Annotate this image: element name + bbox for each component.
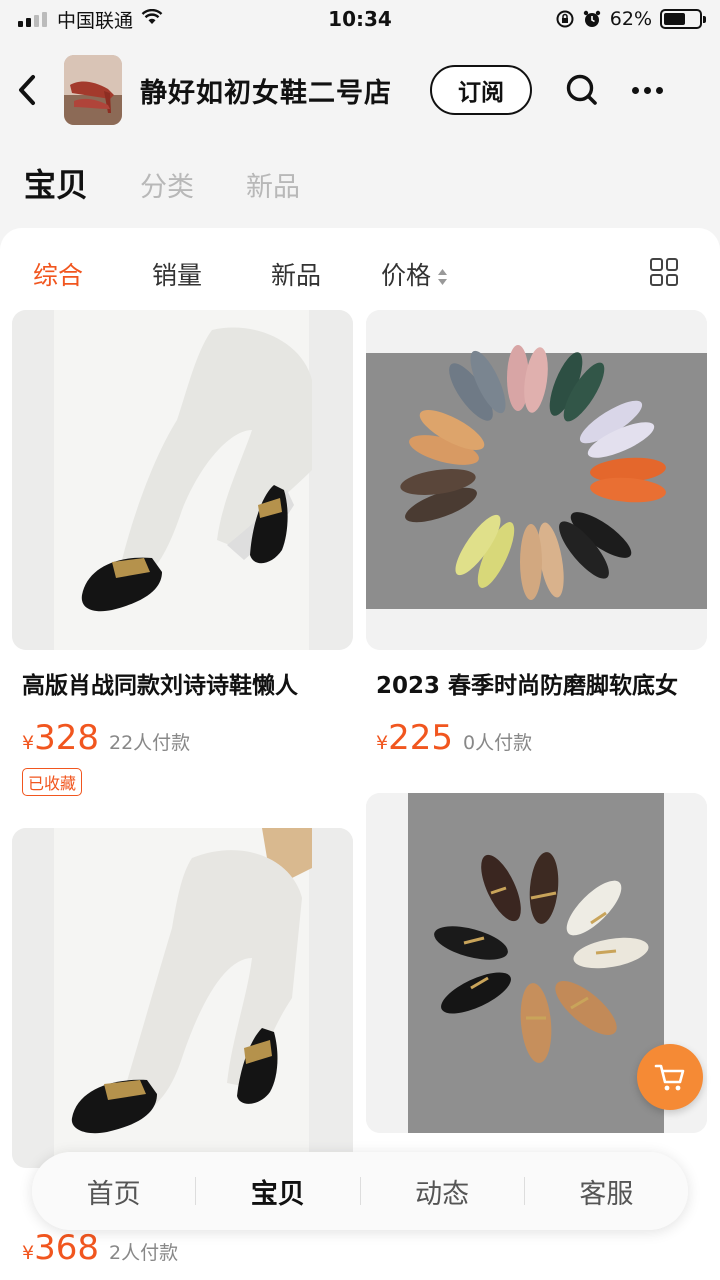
alarm-icon — [583, 10, 600, 27]
product-card[interactable]: 2023 春季时尚防磨脚软底女 ¥ 225 0人付款 — [366, 310, 707, 758]
shop-header: 静好如初女鞋二号店 订阅 — [0, 50, 720, 130]
wifi-icon — [141, 8, 163, 30]
sort-bar: 综合 销量 新品 价格 — [0, 250, 720, 302]
product-title[interactable]: 高版肖战同款刘诗诗鞋懒人 — [12, 666, 353, 700]
sort-comprehensive[interactable]: 综合 — [33, 256, 83, 292]
tab-categories[interactable]: 分类 — [140, 165, 194, 204]
price-row: ¥ 368 2人付款 — [22, 1228, 178, 1268]
product-panel: 综合 销量 新品 价格 高版肖战同款刘诗诗鞋懒人 ¥ 328 22人付款 已收藏… — [0, 228, 720, 1280]
shop-tabs: 宝贝 分类 新品 — [24, 160, 300, 206]
sort-price-label: 价格 — [381, 261, 432, 290]
cart-button[interactable] — [637, 1044, 703, 1110]
flats-photo — [366, 310, 707, 650]
currency-symbol: ¥ — [376, 732, 389, 754]
sort-new[interactable]: 新品 — [271, 256, 321, 292]
search-icon — [566, 74, 597, 105]
grid-layout-icon[interactable] — [650, 258, 678, 286]
price-row: ¥ 225 0人付款 — [366, 718, 707, 758]
loafer-photo — [12, 828, 353, 1168]
nav-products[interactable]: 宝贝 — [196, 1172, 359, 1211]
product-card[interactable]: 高版肖战同款刘诗诗鞋懒人 ¥ 328 22人付款 已收藏 — [12, 310, 353, 796]
back-arrow-icon — [19, 75, 35, 105]
sort-price[interactable]: 价格 — [381, 256, 448, 292]
product-price: 328 — [34, 718, 99, 758]
product-title[interactable]: 2023 春季时尚防磨脚软底女 — [366, 666, 707, 700]
product-price: 225 — [388, 718, 453, 758]
sales-count: 2人付款 — [109, 1242, 179, 1264]
sort-sales[interactable]: 销量 — [152, 256, 202, 292]
shop-name[interactable]: 静好如初女鞋二号店 — [140, 71, 392, 110]
product-price: 368 — [34, 1228, 99, 1268]
tab-products[interactable]: 宝贝 — [24, 160, 88, 206]
status-bar: 中国联通 10:34 62% — [0, 0, 720, 38]
loafer-photo — [12, 310, 353, 650]
product-image[interactable] — [12, 828, 353, 1168]
signal-icon — [18, 11, 47, 27]
rotation-lock-icon — [556, 10, 574, 28]
battery-icon — [660, 9, 706, 29]
shoe-logo-image — [64, 55, 122, 125]
bottom-nav: 首页 宝贝 动态 客服 — [32, 1152, 688, 1230]
nav-home[interactable]: 首页 — [32, 1172, 195, 1211]
dot-icon — [644, 86, 651, 94]
nav-customer-service[interactable]: 客服 — [525, 1172, 688, 1211]
carrier-label: 中国联通 — [57, 9, 134, 32]
shop-avatar[interactable] — [64, 55, 122, 125]
sales-count: 22人付款 — [109, 732, 191, 754]
sales-count: 0人付款 — [463, 732, 533, 754]
product-image[interactable] — [366, 310, 707, 650]
search-button[interactable] — [564, 72, 600, 108]
currency-symbol: ¥ — [22, 1242, 35, 1264]
product-card[interactable] — [12, 828, 353, 1184]
dot-icon — [656, 86, 663, 94]
more-options-button[interactable] — [632, 86, 672, 94]
shopping-cart-icon — [654, 1064, 685, 1091]
battery-percent: 62% — [609, 8, 652, 30]
dot-icon — [632, 86, 639, 94]
subscribe-button[interactable]: 订阅 — [430, 65, 532, 115]
tab-new[interactable]: 新品 — [246, 165, 300, 204]
sort-arrows-icon — [437, 263, 448, 292]
price-row: ¥ 328 22人付款 — [12, 718, 353, 758]
back-button[interactable] — [16, 70, 46, 110]
product-image[interactable] — [12, 310, 353, 650]
currency-symbol: ¥ — [22, 732, 35, 754]
nav-updates[interactable]: 动态 — [361, 1172, 524, 1211]
favorited-badge: 已收藏 — [22, 768, 83, 796]
